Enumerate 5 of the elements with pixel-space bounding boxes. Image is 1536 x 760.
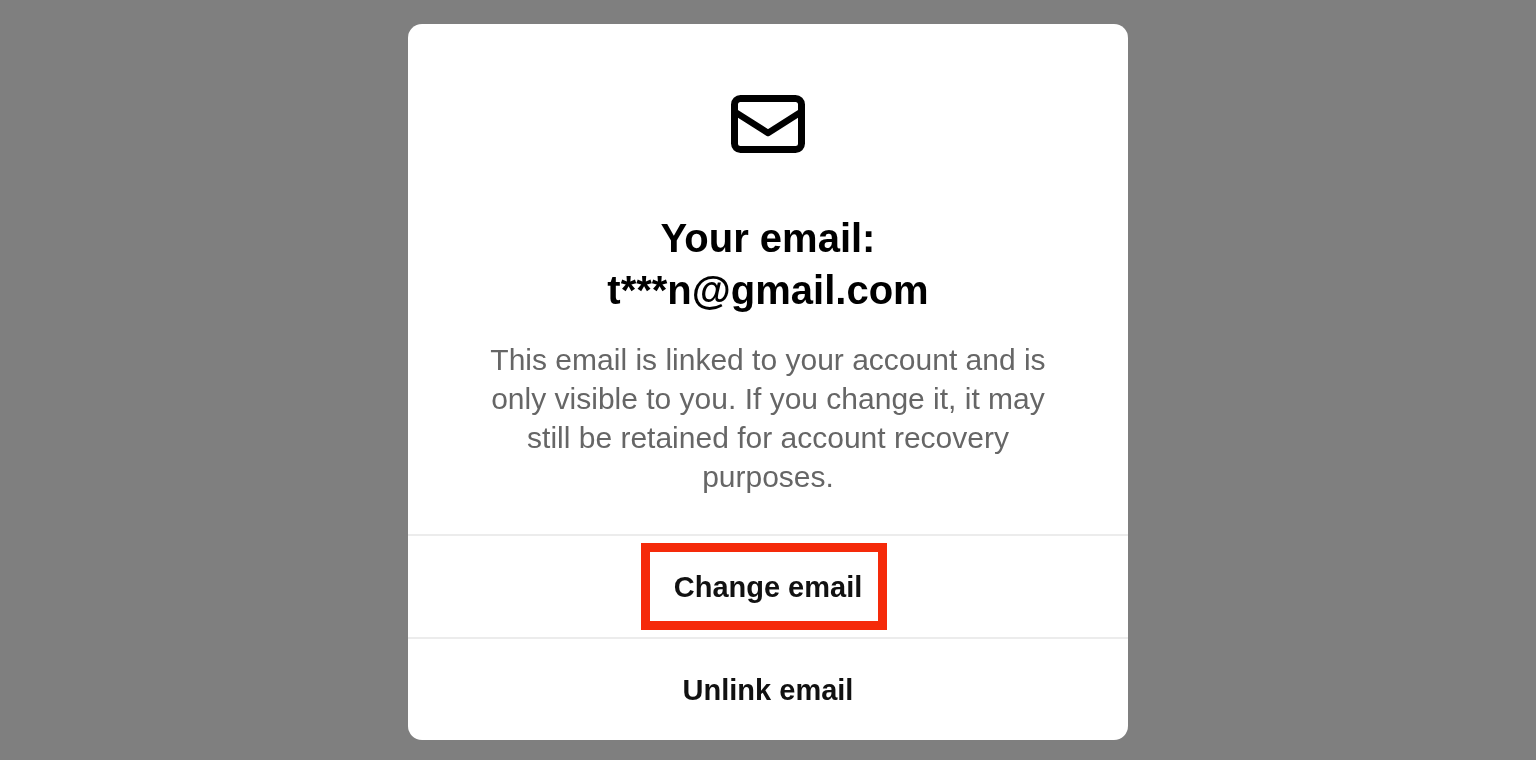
- dialog-action-button[interactable]: Change email: [408, 536, 1128, 637]
- dialog-message: This email is linked to your account and is only visible to you. If you change it, it may still be retained for account recovery purposes.: [489, 342, 1047, 495]
- envelope-icon: [731, 95, 805, 153]
- dialog-action-button[interactable]: Unlink email: [408, 639, 1128, 740]
- dialog-title: Your email: t***n@gmail.com: [606, 215, 930, 314]
